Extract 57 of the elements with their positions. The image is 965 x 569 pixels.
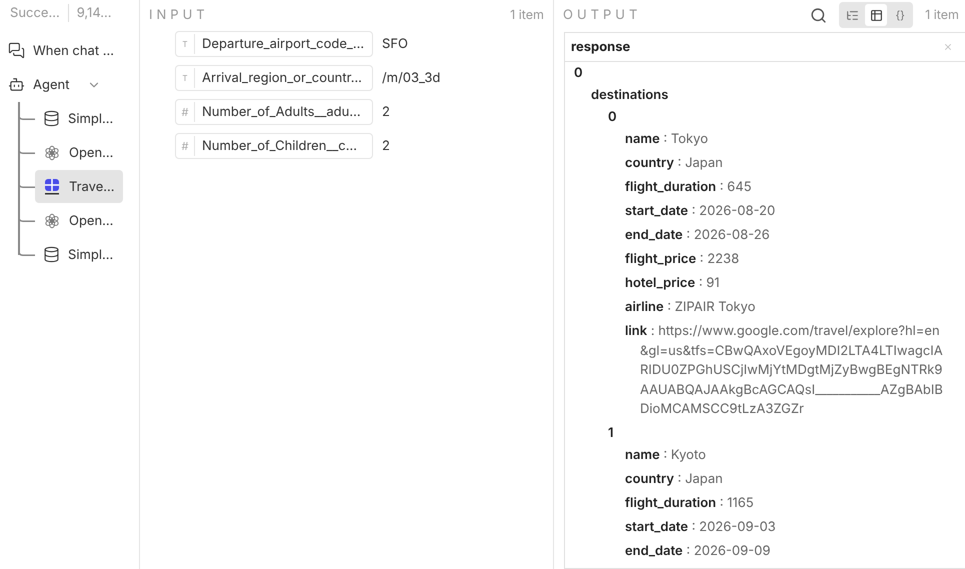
- json-entry: end_date : 2026-09-09: [625, 542, 772, 561]
- json-entry: link : https://www.google.com/travel/explore?hl=en&gl=us&tfs=CBwQAxoVEgoyMDI2LTA4LTIwagcIARIDU0ZPGhUSCjIwMjYtMDgtMjZyBwgBEgNTRk9AAUABQAJAAkgBcAGCAQsI___________AZgBAbIBDioMCAMSCC9tLzA3ZGZr: [625, 322, 943, 419]
- field-value: SFO: [382, 36, 408, 52]
- sidebar-item[interactable]: Simpl...: [35, 238, 122, 271]
- json-entry: end_date : 2026-08-26: [625, 226, 771, 245]
- table-icon: [870, 8, 883, 22]
- field-name-tag[interactable]: # Number_of_Adults__adu...: [175, 99, 373, 125]
- panel-title: INPUT: [149, 7, 209, 23]
- json-entry: country : Japan: [625, 154, 724, 173]
- item-count: 1 item: [510, 8, 544, 22]
- json-entry: name : Kyoto: [625, 446, 707, 465]
- sidebar-item[interactable]: Agent: [0, 68, 129, 101]
- item-count: 1 item: [925, 8, 959, 22]
- json-view-button[interactable]: {}: [889, 4, 912, 26]
- collapse-icon[interactable]: [943, 42, 953, 52]
- json-key: 0: [608, 109, 617, 125]
- chat-icon: [8, 42, 25, 59]
- json-entry: start_date : 2026-08-20: [625, 202, 776, 221]
- json-key: 1: [608, 425, 614, 441]
- item-count: 9,14...: [76, 5, 112, 21]
- json-entry: country : Japan: [625, 470, 724, 489]
- panel-title: OUTPUT: [563, 7, 642, 23]
- json-entry: hotel_price : 91: [625, 274, 721, 293]
- json-entry: flight_duration : 1165: [625, 494, 755, 513]
- sidebar-item[interactable]: Simpl...: [35, 102, 122, 135]
- tree-branch: [18, 250, 35, 256]
- table-view-button[interactable]: [865, 4, 888, 26]
- json-entry: flight_duration : 645: [625, 178, 753, 197]
- sidebar-item[interactable]: Open...: [35, 136, 122, 169]
- json-entry: name : Tokyo: [625, 130, 710, 149]
- json-entry: airline : ZIPAIR Tokyo: [625, 298, 756, 317]
- sidebar-item[interactable]: When chat ...: [0, 34, 129, 67]
- field-value: 2: [382, 138, 390, 154]
- knot-icon: [43, 212, 61, 230]
- grid-logo-icon: [43, 178, 61, 196]
- database-icon: [43, 110, 60, 127]
- tree-branch: [18, 114, 35, 120]
- status-text: Succe...: [10, 5, 60, 21]
- json-key: destinations: [591, 87, 668, 103]
- tree-branch: [18, 216, 35, 222]
- tree-branch: [18, 148, 35, 154]
- json-entry: start_date : 2026-09-03: [625, 518, 777, 537]
- json-key: 0: [574, 65, 583, 81]
- field-value: 2: [382, 104, 390, 120]
- field-value: /m/03_3d: [382, 70, 440, 86]
- field-name-tag[interactable]: T Departure_airport_code_...: [175, 31, 373, 57]
- field-name-tag[interactable]: # Number_of_Children__c...: [175, 133, 373, 159]
- search-icon[interactable]: [810, 6, 828, 24]
- robot-icon: [8, 76, 25, 93]
- json-entry: flight_price : 2238: [625, 250, 740, 269]
- knot-icon: [43, 144, 61, 162]
- field-name-tag[interactable]: T Arrival_region_or_countr...: [175, 65, 373, 91]
- sidebar-item[interactable]: Open...: [35, 204, 122, 237]
- database-icon: [43, 246, 60, 263]
- column-header: response: [571, 39, 630, 55]
- list-tree-icon: [846, 8, 859, 22]
- sidebar-item[interactable]: Trave...: [35, 170, 123, 203]
